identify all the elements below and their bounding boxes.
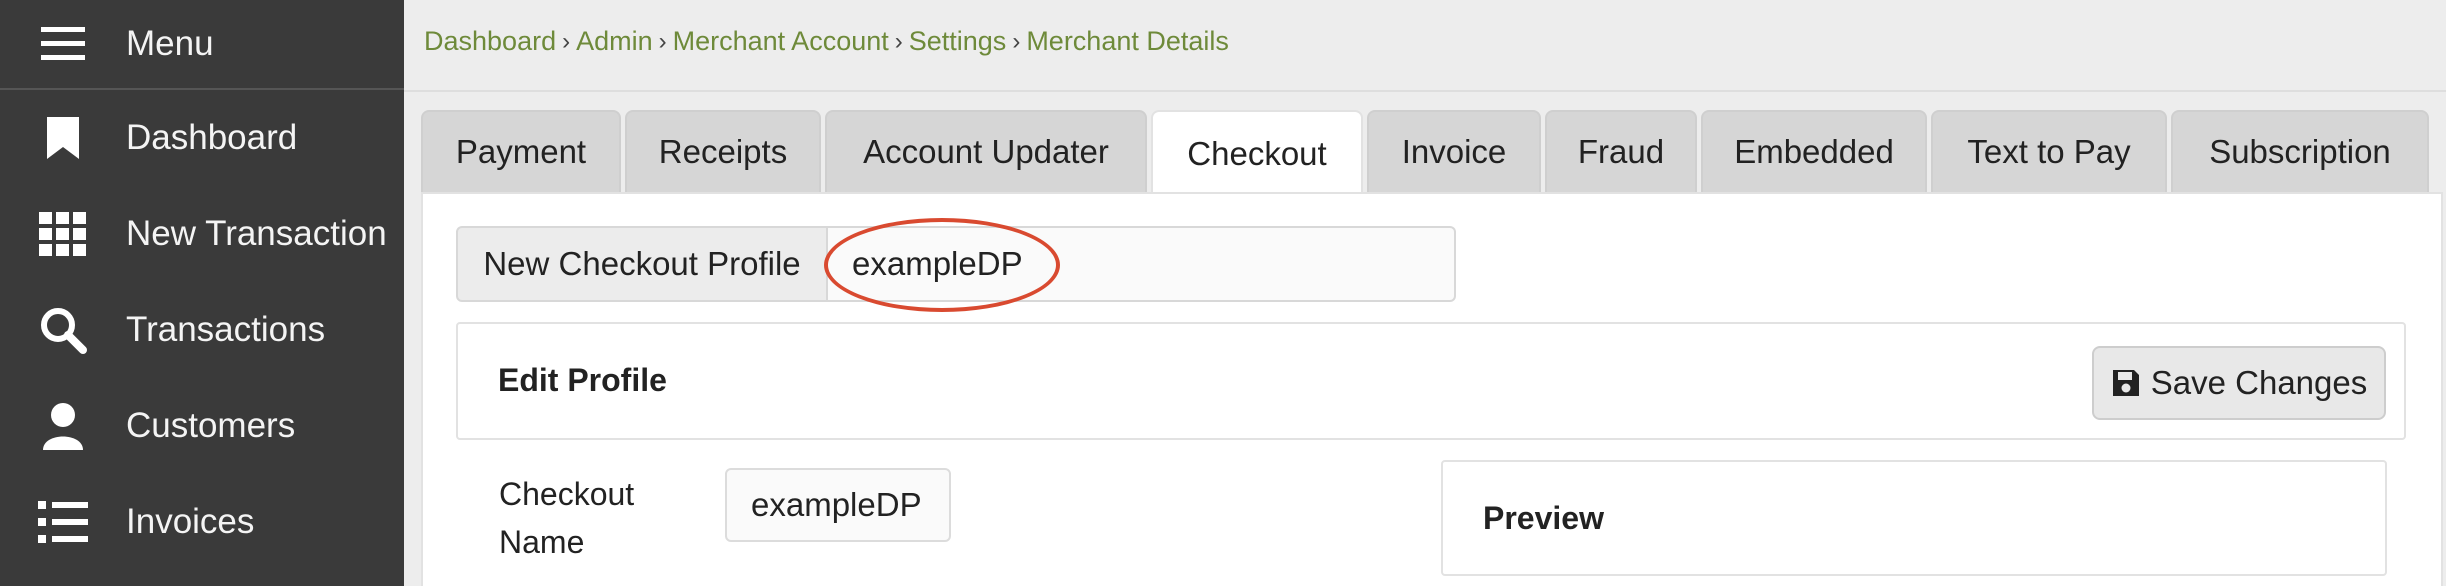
tab-receipts[interactable]: Receipts	[625, 110, 821, 192]
tab-payment[interactable]: Payment	[421, 110, 621, 192]
chevron-right-icon: ›	[658, 27, 667, 55]
breadcrumb-link-merchant-details[interactable]: Merchant Details	[1026, 26, 1229, 57]
breadcrumb-link-admin[interactable]: Admin	[576, 26, 653, 57]
preview-box: Preview	[1441, 460, 2387, 576]
profile-selector: New Checkout Profile exampleDP	[456, 218, 1456, 312]
divider	[404, 90, 2446, 92]
menu-toggle[interactable]: Menu	[0, 0, 404, 90]
checkout-panel: New Checkout Profile exampleDP Edit Prof…	[421, 192, 2443, 586]
user-icon	[0, 402, 126, 450]
search-icon	[0, 306, 126, 354]
breadcrumb-link-merchant-account[interactable]: Merchant Account	[673, 26, 889, 57]
checkout-name-input[interactable]: exampleDP	[725, 468, 951, 542]
tab-fraud[interactable]: Fraud	[1545, 110, 1697, 192]
checkout-name-label: Checkout Name	[499, 476, 635, 560]
tab-embedded[interactable]: Embedded	[1701, 110, 1927, 192]
sidebar-item-customers[interactable]: Customers	[0, 378, 404, 474]
save-changes-button[interactable]: Save Changes	[2092, 346, 2386, 420]
breadcrumb-link-dashboard[interactable]: Dashboard	[424, 26, 556, 57]
checkout-name-value: exampleDP	[751, 486, 922, 523]
sidebar-item-transactions[interactable]: Transactions	[0, 282, 404, 378]
bookmark-icon	[0, 115, 126, 161]
edit-profile-title: Edit Profile	[498, 362, 667, 398]
tab-bar: Payment Receipts Account Updater Checkou…	[421, 110, 2433, 196]
tab-checkout[interactable]: Checkout	[1151, 110, 1363, 196]
save-changes-label: Save Changes	[2150, 364, 2368, 401]
sidebar-item-invoices[interactable]: Invoices	[0, 474, 404, 570]
tab-account-updater[interactable]: Account Updater	[825, 110, 1147, 192]
list-icon	[0, 501, 126, 543]
hamburger-icon	[0, 25, 126, 63]
edit-profile-header: Edit Profile Save Changes	[456, 322, 2406, 440]
tab-subscription[interactable]: Subscription	[2171, 110, 2429, 192]
breadcrumb: Dashboard › Admin › Merchant Account › S…	[424, 26, 1229, 57]
chevron-right-icon: ›	[894, 27, 903, 55]
sidebar-item-label: Dashboard	[126, 118, 298, 157]
grid-icon	[0, 212, 126, 256]
sidebar-item-label: Customers	[126, 406, 296, 445]
sidebar-item-dashboard[interactable]: Dashboard	[0, 90, 404, 186]
sidebar: Menu Dashboard New Transaction Transacti…	[0, 0, 404, 586]
menu-label: Menu	[126, 24, 214, 63]
main-content: Dashboard › Admin › Merchant Account › S…	[404, 0, 2446, 586]
chevron-right-icon: ›	[562, 27, 571, 55]
sidebar-item-label: Transactions	[126, 310, 326, 349]
sidebar-item-label: New Transaction	[126, 214, 387, 253]
tab-text-to-pay[interactable]: Text to Pay	[1931, 110, 2167, 192]
profile-select[interactable]: exampleDP	[824, 218, 1456, 312]
preview-title: Preview	[1483, 500, 1604, 536]
tab-invoice[interactable]: Invoice	[1367, 110, 1541, 192]
breadcrumb-link-settings[interactable]: Settings	[909, 26, 1007, 57]
sidebar-item-label: Invoices	[126, 502, 255, 541]
chevron-right-icon: ›	[1012, 27, 1021, 55]
sidebar-item-new-transaction[interactable]: New Transaction	[0, 186, 404, 282]
floppy-disk-icon	[2112, 370, 2139, 396]
highlight-circle	[824, 218, 1060, 312]
new-checkout-profile-button[interactable]: New Checkout Profile	[456, 226, 828, 302]
